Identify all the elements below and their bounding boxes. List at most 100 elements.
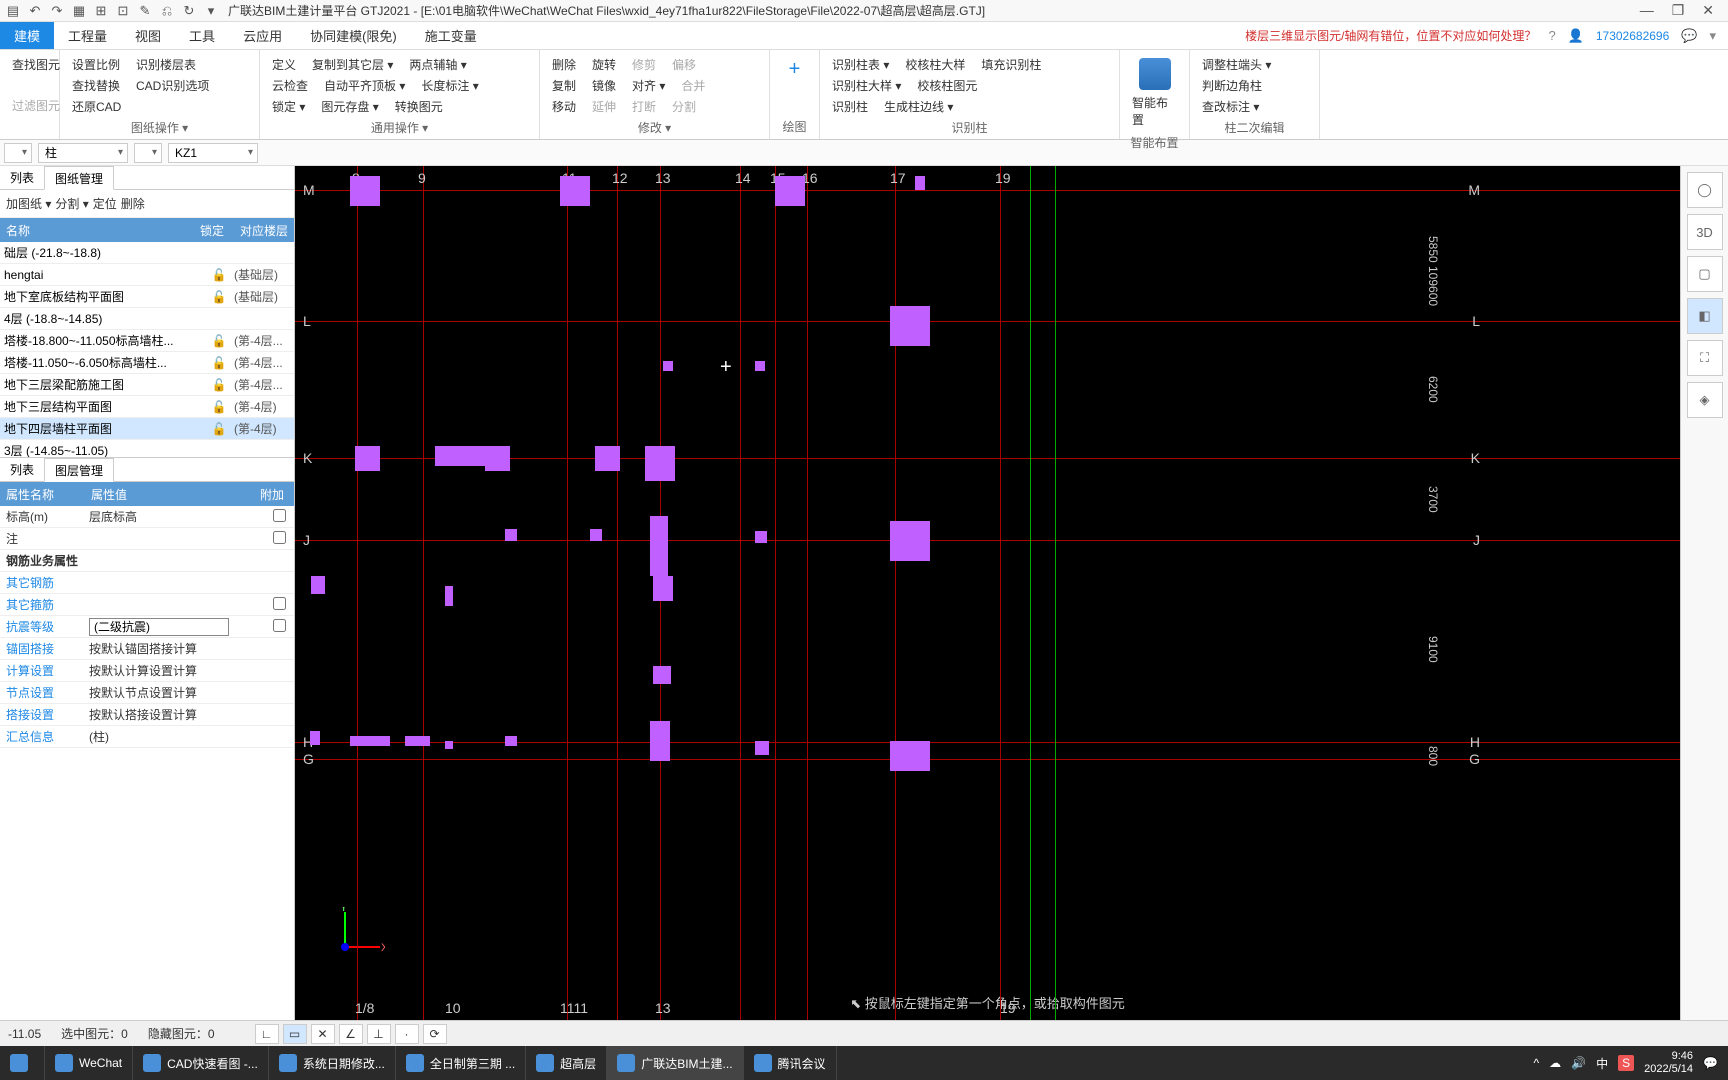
find-element-button[interactable]: 查找图元 — [8, 54, 51, 75]
filter-element-button[interactable]: 过滤图元 — [8, 95, 51, 116]
user-id[interactable]: 17302682696 — [1596, 29, 1669, 43]
column-element[interactable] — [665, 456, 675, 466]
minimize-button[interactable]: — — [1640, 2, 1654, 19]
tab-yunyingyong[interactable]: 云应用 — [229, 22, 296, 49]
column-element[interactable] — [405, 736, 430, 746]
view-globe-icon[interactable]: ◯ — [1687, 172, 1723, 208]
qat-dropdown-icon[interactable]: ▾ — [202, 2, 220, 20]
property-check[interactable] — [273, 619, 286, 632]
snap-more-icon[interactable]: ⟳ — [423, 1024, 447, 1044]
column-element[interactable] — [890, 521, 930, 561]
column-element[interactable] — [445, 586, 453, 606]
convert-element-button[interactable]: 转换图元 — [391, 96, 447, 117]
column-element[interactable] — [755, 531, 767, 543]
snap-perp-icon[interactable]: ⊥ — [367, 1024, 391, 1044]
column-element[interactable] — [595, 446, 620, 471]
lock-icon[interactable]: 🔓 — [204, 422, 234, 436]
qat-icon-6[interactable]: ↻ — [180, 2, 198, 20]
column-element[interactable] — [350, 176, 380, 206]
check-col-element-button[interactable]: 校核柱图元 — [913, 75, 981, 96]
header-message[interactable]: 楼层三维显示图元/轴网有错位，位置不对应如何处理？ — [1245, 27, 1536, 44]
copy-to-layer-button[interactable]: 复制到其它层 ▾ — [308, 54, 397, 75]
set-scale-button[interactable]: 设置比例 — [68, 54, 124, 75]
column-element[interactable] — [663, 361, 673, 371]
redo-icon[interactable]: ↷ — [48, 2, 66, 20]
snap-x-icon[interactable]: ✕ — [311, 1024, 335, 1044]
tab-shigong[interactable]: 施工变量 — [411, 22, 491, 49]
qat-icon-1[interactable]: ▦ — [70, 2, 88, 20]
check-modify-dim-button[interactable]: 查改标注 ▾ — [1198, 96, 1263, 117]
delete-drawing-button[interactable]: 删除 — [121, 195, 145, 212]
rotate-button[interactable]: 旋转 — [588, 54, 620, 75]
view-section-icon[interactable]: ◈ — [1687, 382, 1723, 418]
tab-list[interactable]: 列表 — [0, 166, 44, 189]
property-row[interactable]: 其它箍筋 — [0, 594, 294, 616]
notify-icon[interactable]: 💬 — [1681, 28, 1697, 44]
column-element[interactable] — [890, 741, 930, 771]
column-element[interactable] — [755, 361, 765, 371]
column-element[interactable] — [355, 446, 380, 471]
drawing-row[interactable]: 地下三层结构平面图 🔓 (第-4层) — [0, 396, 294, 418]
user-icon[interactable]: 👤 — [1568, 28, 1584, 44]
property-row[interactable]: 抗震等级 — [0, 616, 294, 638]
tray-sound-icon[interactable]: 🔊 — [1571, 1056, 1586, 1070]
column-element[interactable] — [445, 741, 453, 749]
qat-icon-5[interactable]: ⎌ — [158, 2, 176, 20]
align-button[interactable]: 对齐 ▾ — [628, 75, 669, 96]
tray-sogou-icon[interactable]: S — [1618, 1055, 1634, 1071]
property-row[interactable]: 搭接设置 按默认搭接设置计算 — [0, 704, 294, 726]
taskbar-item[interactable]: 全日制第三期 ... — [396, 1046, 526, 1080]
column-element[interactable] — [311, 576, 325, 594]
drawing-row[interactable]: 础层 (-21.8~-18.8) — [0, 242, 294, 264]
snap-angle-icon[interactable]: ∠ — [339, 1024, 363, 1044]
column-element[interactable] — [485, 446, 510, 471]
taskbar-item[interactable]: 广联达BIM土建... — [607, 1046, 743, 1080]
view-fit-icon[interactable]: ⛶ — [1687, 340, 1723, 376]
qat-menu-icon[interactable]: ▤ — [4, 2, 22, 20]
identify-col-table-button[interactable]: 识别柱表 ▾ — [828, 54, 893, 75]
column-element[interactable] — [650, 721, 670, 761]
maximize-button[interactable]: ❐ — [1672, 2, 1685, 19]
tray-clock[interactable]: 9:46 2022/5/14 — [1644, 1050, 1693, 1076]
judge-corner-col-button[interactable]: 判断边角柱 — [1198, 75, 1266, 96]
find-replace-button[interactable]: 查找替换 — [68, 75, 124, 96]
help-icon[interactable]: ? — [1548, 28, 1555, 43]
lock-icon[interactable]: 🔓 — [204, 400, 234, 414]
lock-icon[interactable]: 🔓 — [204, 334, 234, 348]
save-element-button[interactable]: 图元存盘 ▾ — [317, 96, 382, 117]
tab-layer-manage[interactable]: 图层管理 — [44, 458, 114, 482]
identify-col-button[interactable]: 识别柱 — [828, 96, 872, 117]
lock-icon[interactable]: 🔓 — [204, 378, 234, 392]
taskbar-item[interactable]: WeChat — [45, 1046, 133, 1080]
tab-gongchengliang[interactable]: 工程量 — [54, 22, 121, 49]
split-button[interactable]: 分割 — [668, 96, 700, 117]
merge-button[interactable]: 合并 — [677, 75, 709, 96]
property-check[interactable] — [273, 531, 286, 544]
drawing-row[interactable]: 地下室底板结构平面图 🔓 (基础层) — [0, 286, 294, 308]
column-element[interactable] — [775, 176, 805, 206]
column-element[interactable] — [653, 666, 671, 684]
property-input[interactable] — [89, 618, 229, 636]
lock-icon[interactable]: 🔓 — [204, 290, 234, 304]
offset-button[interactable]: 偏移 — [668, 54, 700, 75]
taskbar-item[interactable]: 腾讯会议 — [744, 1046, 837, 1080]
draw-point-button[interactable]: + — [785, 54, 805, 85]
split-drawing-button[interactable]: 分割 ▾ — [55, 195, 88, 212]
lock-button[interactable]: 锁定 ▾ — [268, 96, 309, 117]
property-row[interactable]: 注 — [0, 528, 294, 550]
tray-ime-icon[interactable]: 中 — [1596, 1055, 1608, 1072]
cloud-check-button[interactable]: 云检查 — [268, 75, 312, 96]
tray-cloud-icon[interactable]: ☁ — [1549, 1056, 1561, 1070]
delete-button[interactable]: 删除 — [548, 54, 580, 75]
property-row[interactable]: 其它钢筋 — [0, 572, 294, 594]
qat-icon-2[interactable]: ⊞ — [92, 2, 110, 20]
copy-button[interactable]: 复制 — [548, 75, 580, 96]
selector-1[interactable] — [4, 143, 32, 163]
snap-rect-icon[interactable]: ▭ — [283, 1024, 307, 1044]
viewport[interactable]: + X Y ⬉ 按鼠标左键指定第一个角点，或拾取构件图元 MMLLKKJJHHG… — [295, 166, 1680, 1020]
property-row[interactable]: 计算设置 按默认计算设置计算 — [0, 660, 294, 682]
qat-icon-3[interactable]: ⊡ — [114, 2, 132, 20]
tray-notifications-icon[interactable]: 💬 — [1703, 1056, 1718, 1070]
define-button[interactable]: 定义 — [268, 54, 300, 75]
property-row[interactable]: 汇总信息 (柱) — [0, 726, 294, 748]
